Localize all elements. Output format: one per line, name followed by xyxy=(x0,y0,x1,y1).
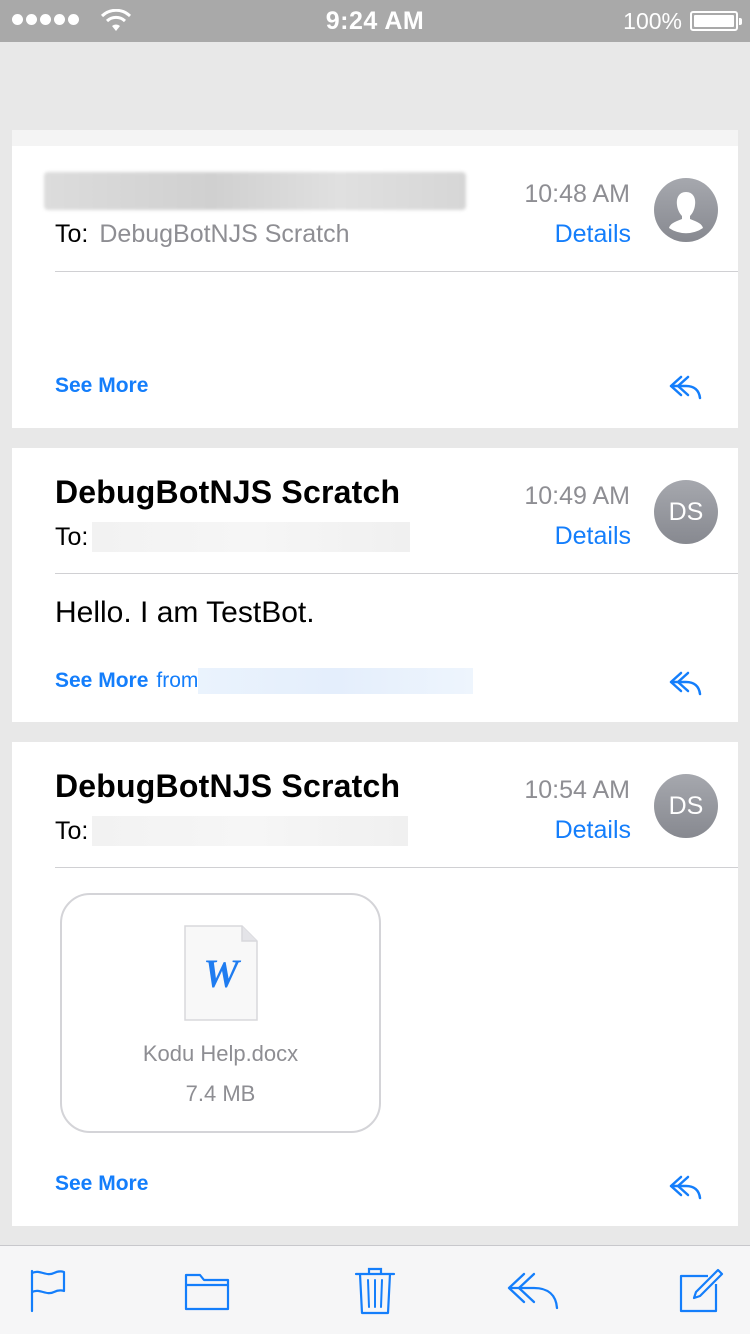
header-divider xyxy=(55,867,738,868)
message-card[interactable]: DebugBotNJS Scratch To: 10:49 AM Details… xyxy=(12,448,738,722)
word-doc-glyph: W xyxy=(203,951,241,996)
message-card[interactable]: DebugBotNJS Scratch To: 10:54 AM Details… xyxy=(12,742,738,1226)
redacted-sender-address xyxy=(198,668,474,694)
recipient-name: DebugBotNJS Scratch xyxy=(99,220,350,248)
to-label: To: xyxy=(55,220,89,248)
redacted-recipient xyxy=(92,522,411,552)
status-bar: 9:24 AM 100% xyxy=(0,0,750,42)
word-doc-icon: W xyxy=(184,925,258,1021)
trash-icon xyxy=(354,1267,396,1315)
sender-name: DebugBotNJS Scratch xyxy=(55,768,401,804)
card-header-strip xyxy=(12,130,738,146)
details-link[interactable]: Details xyxy=(555,522,631,551)
message-time: 10:49 AM xyxy=(524,482,630,510)
sender-name: DebugBotNJS Scratch xyxy=(55,474,401,510)
bottom-toolbar xyxy=(0,1245,750,1334)
avatar xyxy=(654,178,718,242)
reply-icon xyxy=(507,1272,559,1310)
avatar-initials: DS xyxy=(668,497,704,526)
see-more-from-label: from xyxy=(156,669,199,692)
see-more-link[interactable]: See More xyxy=(55,669,148,693)
attachment-tile[interactable]: W Kodu Help.docx 7.4 MB xyxy=(60,893,381,1133)
to-label: To: xyxy=(55,522,89,551)
see-more-row[interactable]: See More from xyxy=(55,668,474,694)
redacted-recipient xyxy=(92,816,409,846)
flag-icon xyxy=(30,1269,66,1313)
avatar-initials: DS xyxy=(668,791,704,820)
to-row: To: xyxy=(55,816,409,846)
details-link[interactable]: Details xyxy=(555,220,631,249)
battery-icon xyxy=(690,11,742,31)
see-more-link[interactable]: See More xyxy=(55,374,148,398)
folder-icon xyxy=(184,1273,230,1311)
flag-button[interactable] xyxy=(28,1268,68,1314)
reply-icon[interactable] xyxy=(668,670,702,696)
move-folder-button[interactable] xyxy=(184,1268,230,1314)
message-time: 10:54 AM xyxy=(524,776,630,804)
compose-button[interactable] xyxy=(678,1268,724,1314)
person-icon xyxy=(669,192,703,234)
avatar: DS xyxy=(654,480,718,544)
to-label: To: xyxy=(55,816,89,845)
reply-icon[interactable] xyxy=(668,1174,702,1200)
details-link[interactable]: Details xyxy=(555,816,631,845)
redacted-sender xyxy=(44,172,466,210)
header-divider xyxy=(55,271,738,272)
see-more-link[interactable]: See More xyxy=(55,1172,148,1196)
attachment-size: 7.4 MB xyxy=(185,1081,256,1106)
message-time: 10:48 AM xyxy=(524,180,630,208)
attachment-name: Kodu Help.docx xyxy=(142,1041,299,1066)
battery-percentage: 100% xyxy=(623,8,682,34)
reply-button[interactable] xyxy=(506,1268,560,1314)
reply-icon[interactable] xyxy=(668,374,702,400)
header-divider xyxy=(55,573,738,574)
message-card[interactable]: To: DebugBotNJS Scratch 10:48 AM Details… xyxy=(12,146,738,428)
to-row: To: DebugBotNJS Scratch xyxy=(55,220,349,249)
to-row: To: xyxy=(55,522,411,552)
avatar: DS xyxy=(654,774,718,838)
message-body: Hello. I am TestBot. xyxy=(55,596,315,629)
trash-button[interactable] xyxy=(354,1267,396,1315)
compose-icon xyxy=(679,1268,724,1313)
